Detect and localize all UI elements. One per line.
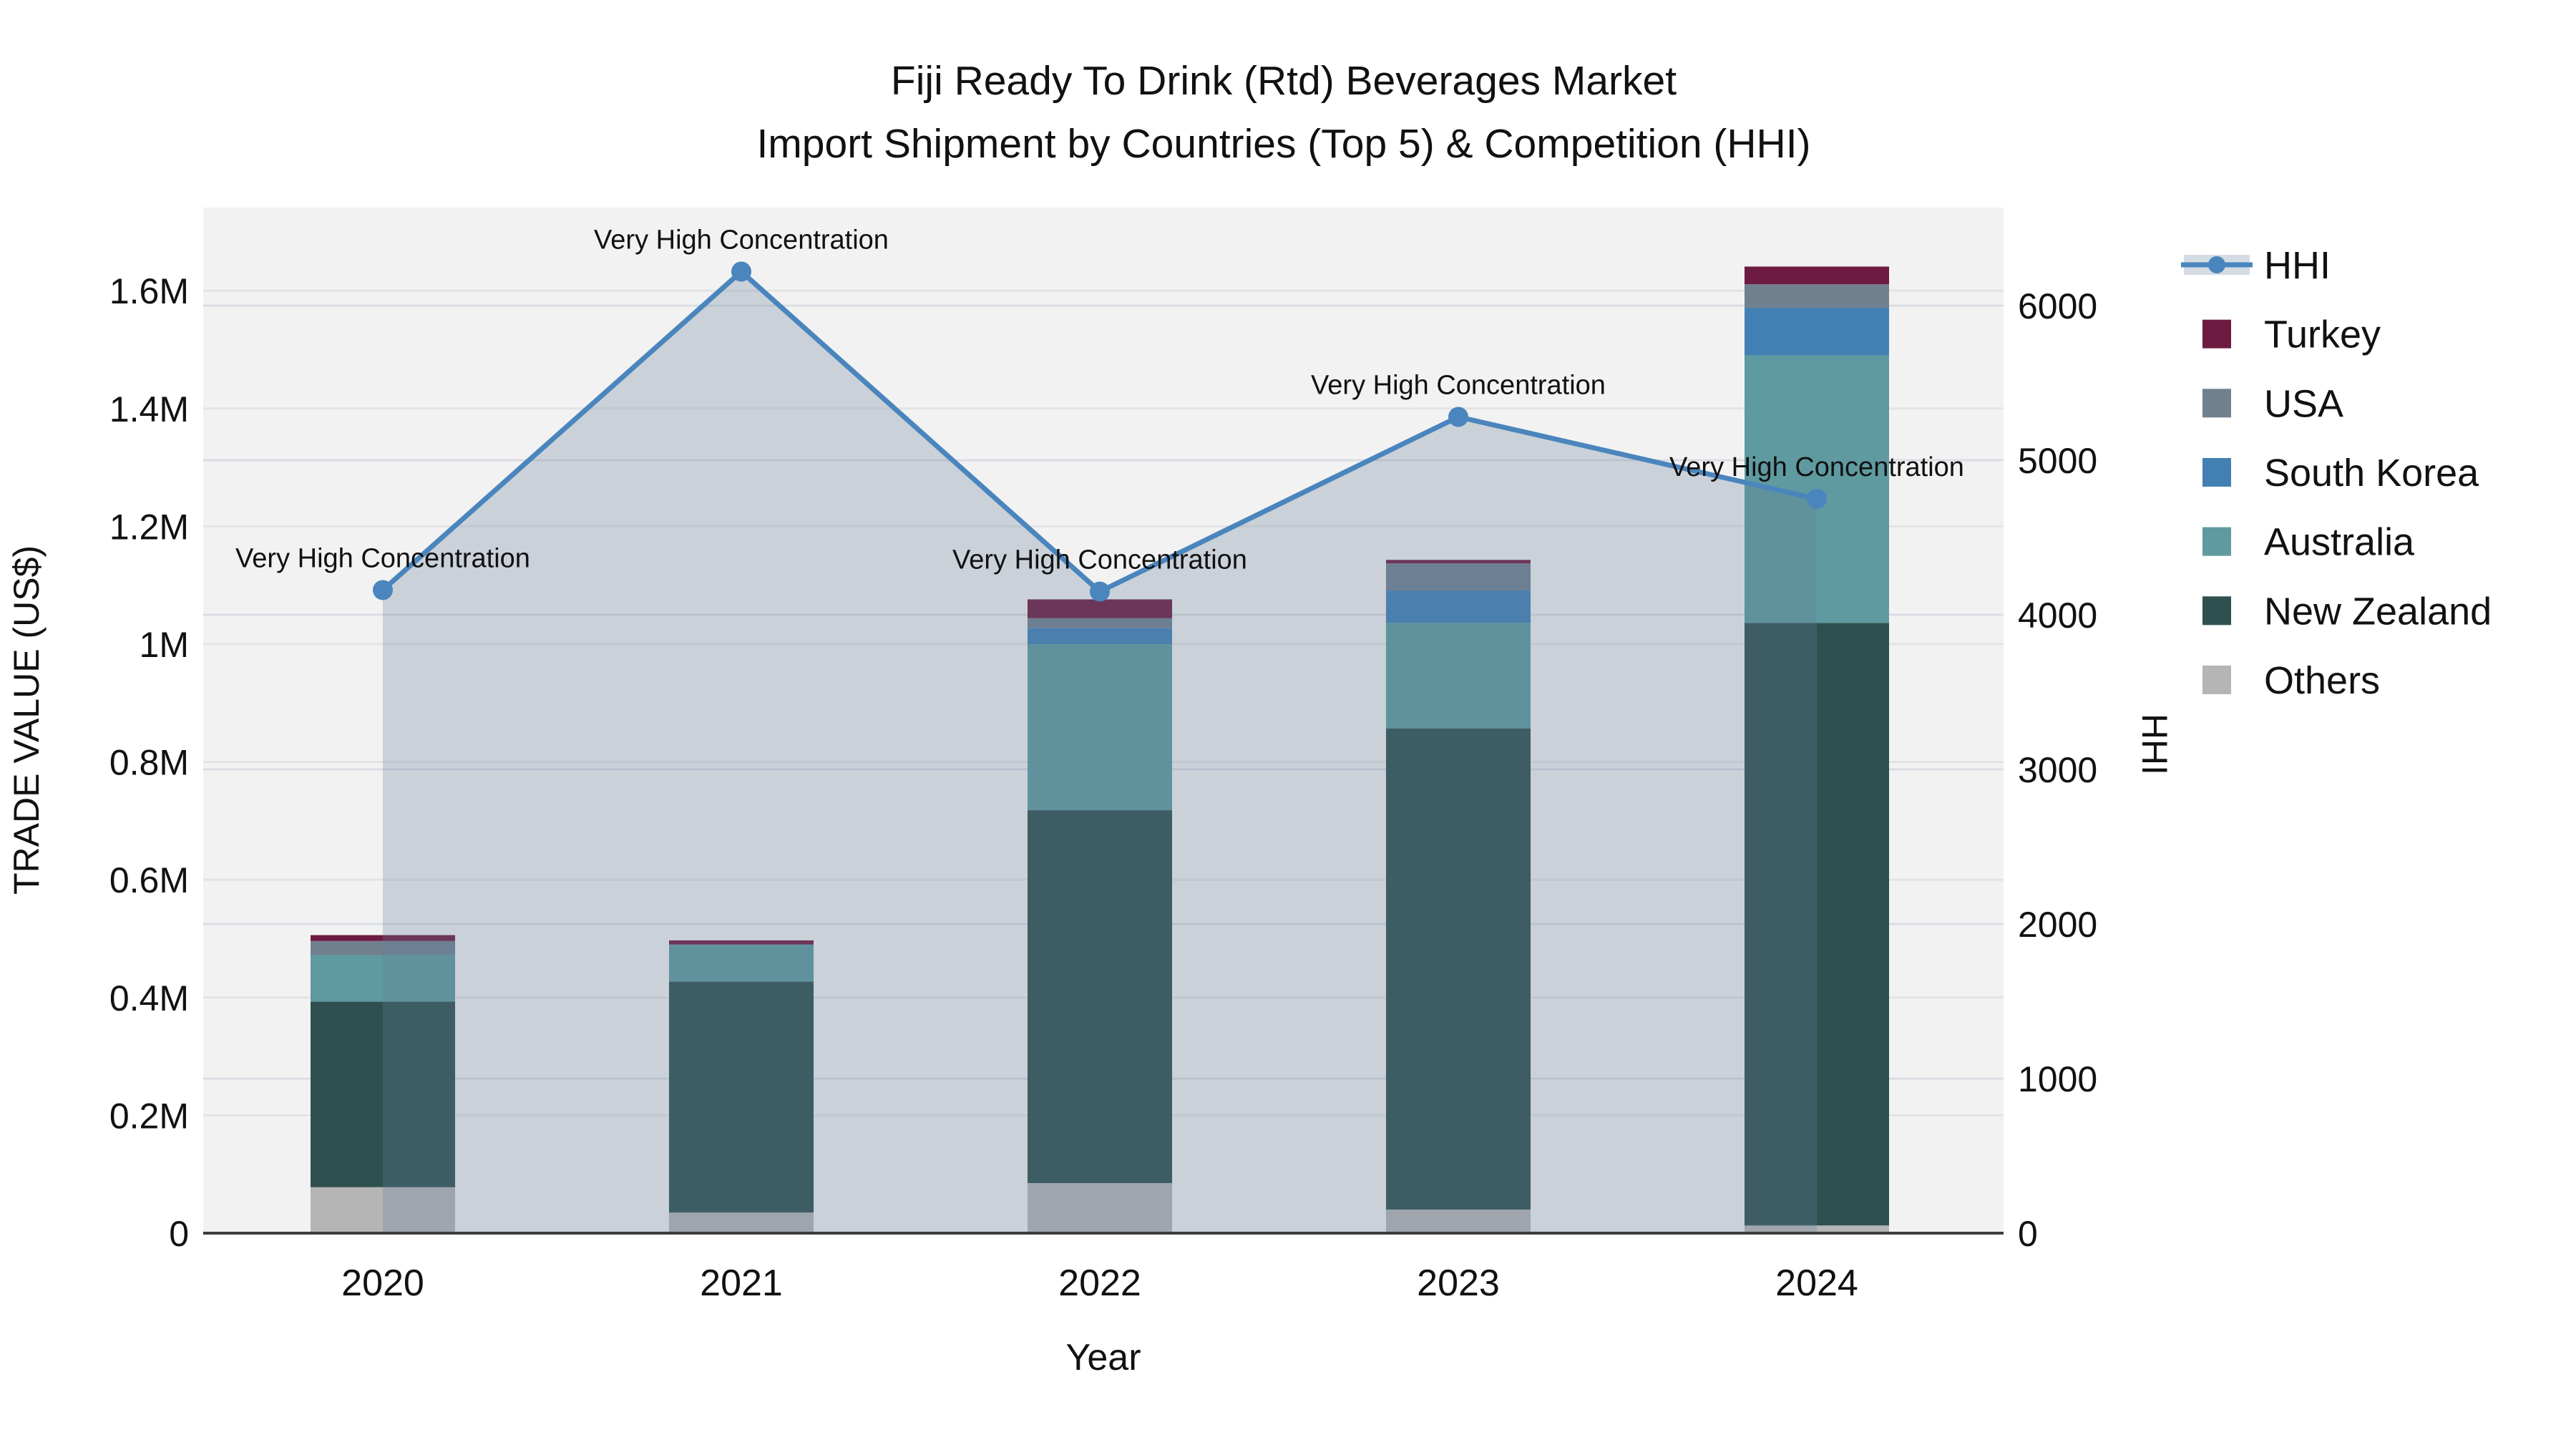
chart-title-line2: Import Shipment by Countries (Top 5) & C…: [756, 121, 1810, 167]
y-left-tick-label: 1.2M: [109, 507, 189, 547]
x-tick-label-2021: 2021: [700, 1262, 783, 1304]
legend-item-turkey[interactable]: Turkey: [2202, 313, 2381, 356]
legend: HHI Turkey USA South Korea Australia New Zeal…: [2181, 244, 2492, 702]
y-right-tick-label: 4000: [2018, 595, 2097, 636]
bar-segment-usa-2024[interactable]: [1745, 284, 1889, 308]
bar-segment-south-korea-2024[interactable]: [1745, 308, 1889, 356]
chart-figure: Fiji Ready To Drink (Rtd) Beverages Mark…: [0, 0, 2576, 1450]
chart-canvas: Fiji Ready To Drink (Rtd) Beverages Mark…: [0, 0, 2576, 1450]
y-left-tick-label: 0: [169, 1214, 189, 1254]
legend-swatch-turkey: [2202, 319, 2231, 349]
annotation-2023: Very High Concentration: [1311, 371, 1606, 401]
plot-area: Very High Concentration Very High Concent…: [109, 208, 2097, 1304]
x-axis-title: Year: [1065, 1337, 1141, 1378]
y-left-tick-label: 0.6M: [109, 860, 189, 900]
legend-item-new-zealand[interactable]: New Zealand: [2202, 590, 2492, 633]
y-axis-right-title: HHI: [2135, 714, 2175, 775]
hhi-marker-2024[interactable]: [1807, 489, 1827, 509]
y-left-tick-label: 1.4M: [109, 389, 189, 429]
legend-label: Australia: [2264, 521, 2415, 564]
y-left-tick-label: 1.6M: [109, 271, 189, 311]
hhi-marker-2023[interactable]: [1448, 407, 1468, 427]
y-left-tick-label: 0.4M: [109, 978, 189, 1018]
y-left-tick-label: 0.8M: [109, 743, 189, 783]
y-right-tick-label: 1000: [2018, 1059, 2097, 1099]
legend-item-others[interactable]: Others: [2202, 659, 2380, 702]
legend-swatch-new-zealand: [2202, 596, 2231, 626]
bar-segment-turkey-2024[interactable]: [1745, 266, 1889, 285]
legend-item-usa[interactable]: USA: [2202, 382, 2343, 425]
y-right-tick-label: 2000: [2018, 905, 2097, 945]
legend-swatch-others: [2202, 665, 2231, 694]
legend-label: South Korea: [2264, 452, 2479, 495]
x-tick-label-2020: 2020: [341, 1262, 424, 1304]
y-right-tick-label: 0: [2018, 1214, 2038, 1254]
x-tick-label-2023: 2023: [1417, 1262, 1500, 1304]
legend-hhi-marker: [2208, 256, 2225, 273]
legend-label: USA: [2264, 382, 2343, 425]
y-left-tick-label: 0.2M: [109, 1096, 189, 1136]
y-right-tick-label: 6000: [2018, 286, 2097, 326]
hhi-marker-2020[interactable]: [373, 580, 393, 600]
legend-label: HHI: [2264, 244, 2331, 287]
annotation-2021: Very High Concentration: [594, 225, 889, 255]
x-tick-label-2024: 2024: [1775, 1262, 1858, 1304]
annotation-2024: Very High Concentration: [1669, 452, 1964, 482]
y-right-tick-label: 5000: [2018, 441, 2097, 481]
chart-title-line1: Fiji Ready To Drink (Rtd) Beverages Mark…: [891, 58, 1677, 104]
hhi-marker-2022[interactable]: [1090, 581, 1110, 602]
legend-swatch-australia: [2202, 527, 2231, 556]
legend-item-hhi[interactable]: HHI: [2181, 244, 2331, 287]
legend-item-australia[interactable]: Australia: [2202, 521, 2415, 564]
legend-label: Others: [2264, 659, 2380, 702]
x-tick-label-2022: 2022: [1058, 1262, 1141, 1304]
legend-label: New Zealand: [2264, 590, 2492, 633]
annotation-2020: Very High Concentration: [235, 543, 530, 573]
legend-item-south-korea[interactable]: South Korea: [2202, 452, 2479, 495]
y-left-tick-label: 1M: [140, 625, 189, 665]
y-right-tick-label: 3000: [2018, 750, 2097, 790]
y-axis-left-title: TRADE VALUE (US$): [6, 545, 47, 895]
legend-swatch-usa: [2202, 389, 2231, 418]
annotation-2022: Very High Concentration: [952, 545, 1247, 575]
legend-label: Turkey: [2264, 313, 2381, 356]
legend-swatch-south-korea: [2202, 457, 2231, 487]
hhi-marker-2021[interactable]: [731, 261, 751, 282]
